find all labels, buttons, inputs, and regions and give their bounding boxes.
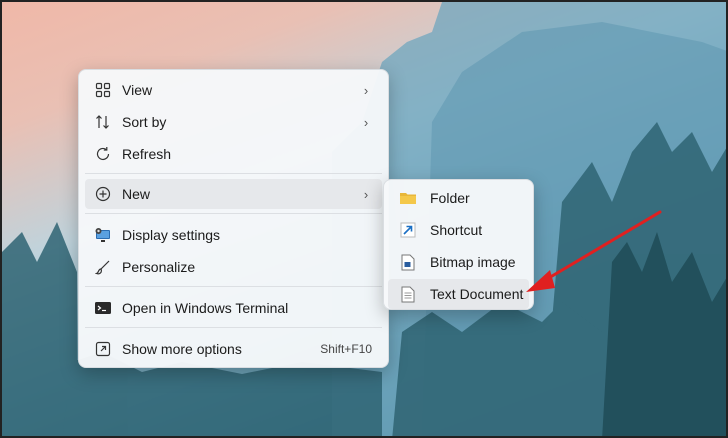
submenu-item-folder[interactable]: Folder <box>388 183 529 213</box>
submenu-item-label: Folder <box>430 190 470 206</box>
menu-separator <box>85 213 382 214</box>
new-plus-icon <box>93 184 113 204</box>
menu-item-label: Show more options <box>122 341 242 357</box>
grid-view-icon <box>93 80 113 100</box>
terminal-icon <box>93 298 113 318</box>
chevron-right-icon: › <box>363 114 369 130</box>
menu-item-open-terminal[interactable]: Open in Windows Terminal <box>85 293 382 323</box>
chevron-right-icon: › <box>363 82 369 98</box>
menu-item-label: View <box>122 82 153 98</box>
sort-icon <box>93 112 113 132</box>
menu-separator <box>85 173 382 174</box>
desktop-context-menu: View › Sort by › Refresh New › Display s… <box>78 69 389 368</box>
submenu-item-label: Text Document <box>430 286 524 302</box>
menu-separator <box>85 327 382 328</box>
brush-icon <box>93 257 113 277</box>
folder-icon <box>398 188 418 208</box>
expand-icon <box>93 339 113 359</box>
text-document-icon <box>398 284 418 304</box>
new-submenu: Folder Shortcut Bitmap image Text Docume… <box>383 179 534 310</box>
display-icon <box>93 225 113 245</box>
menu-item-label: Open in Windows Terminal <box>122 300 289 316</box>
bitmap-icon <box>398 252 418 272</box>
menu-item-label: Display settings <box>122 227 221 243</box>
menu-item-personalize[interactable]: Personalize <box>85 252 382 282</box>
keyboard-shortcut: Shift+F10 <box>320 342 372 356</box>
submenu-item-shortcut[interactable]: Shortcut <box>388 215 529 245</box>
shortcut-icon <box>398 220 418 240</box>
submenu-item-text-document[interactable]: Text Document <box>388 279 529 309</box>
submenu-item-bitmap-image[interactable]: Bitmap image <box>388 247 529 277</box>
menu-item-label: Personalize <box>122 259 196 275</box>
chevron-right-icon: › <box>363 186 369 202</box>
menu-item-show-more-options[interactable]: Show more options Shift+F10 <box>85 334 382 364</box>
menu-separator <box>85 286 382 287</box>
menu-item-label: New <box>122 186 151 202</box>
menu-item-display-settings[interactable]: Display settings <box>85 220 382 250</box>
desktop-wallpaper[interactable]: View › Sort by › Refresh New › Display s… <box>0 0 728 438</box>
menu-item-new[interactable]: New › <box>85 179 382 209</box>
menu-item-label: Sort by <box>122 114 167 130</box>
menu-item-refresh[interactable]: Refresh <box>85 139 382 169</box>
refresh-icon <box>93 144 113 164</box>
menu-item-view[interactable]: View › <box>85 75 382 105</box>
submenu-item-label: Bitmap image <box>430 254 516 270</box>
menu-item-sort-by[interactable]: Sort by › <box>85 107 382 137</box>
submenu-item-label: Shortcut <box>430 222 483 238</box>
menu-item-label: Refresh <box>122 146 172 162</box>
